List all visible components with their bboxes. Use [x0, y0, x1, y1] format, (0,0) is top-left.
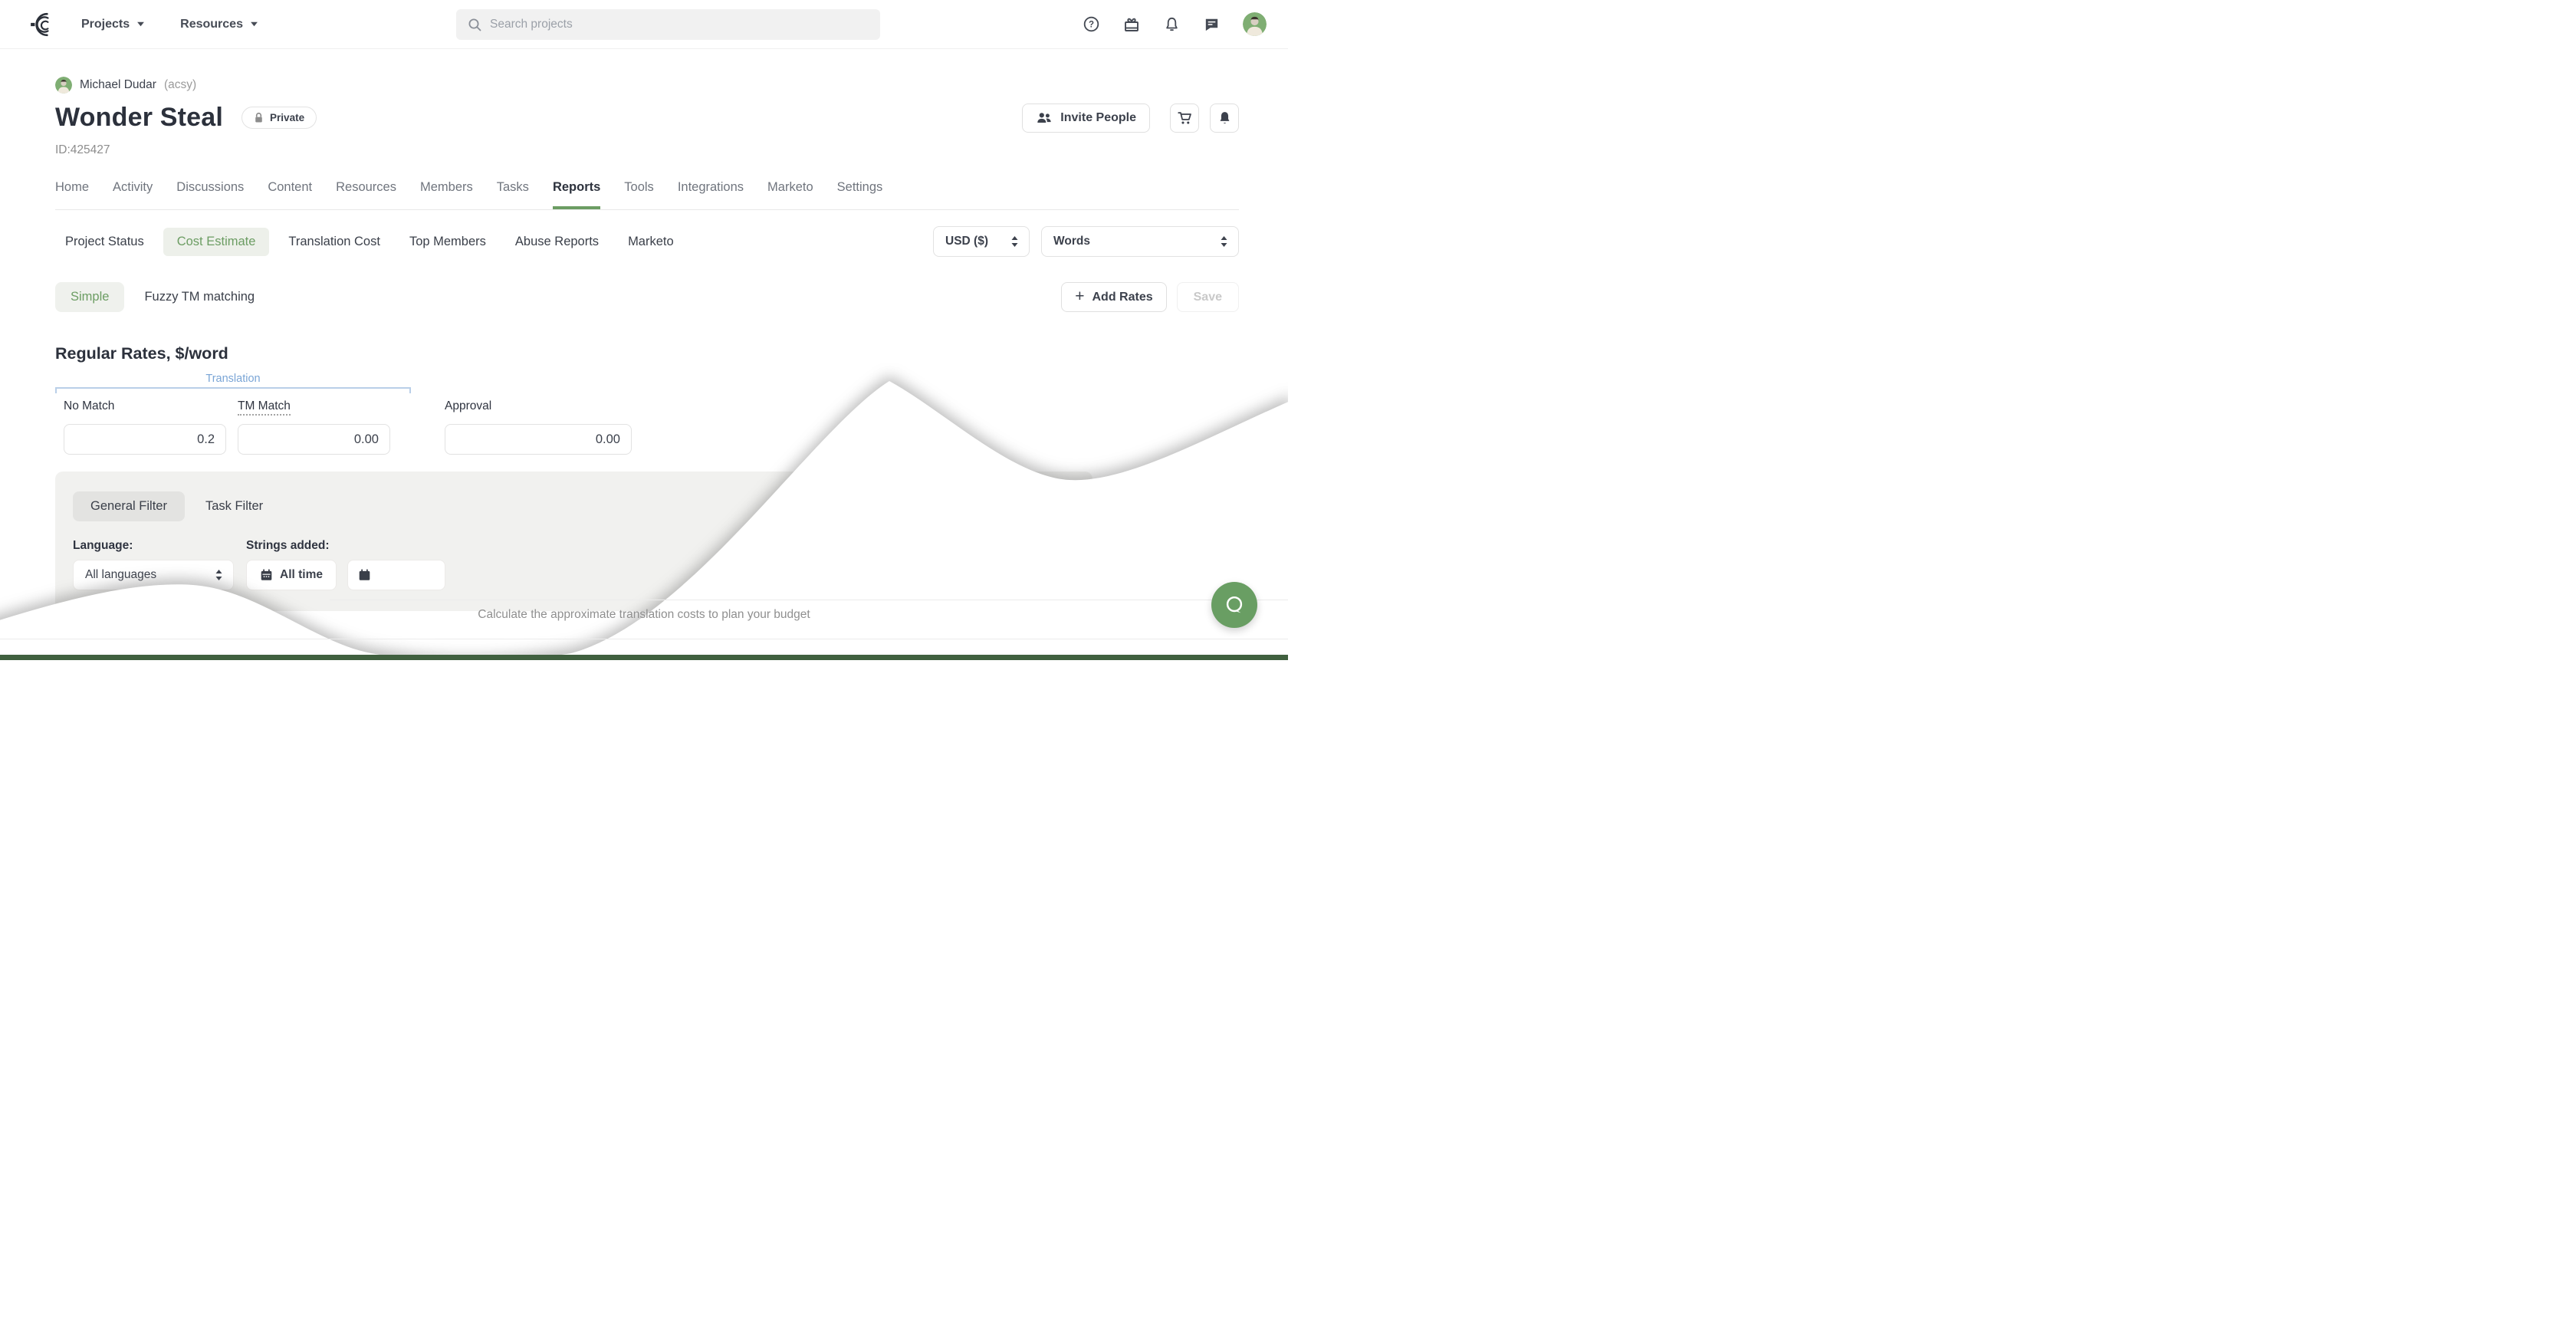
tab-settings[interactable]: Settings: [837, 180, 883, 209]
rates-heading: Regular Rates, $/word: [55, 344, 1239, 363]
tab-integrations[interactable]: Integrations: [678, 180, 744, 209]
search-box: [456, 9, 880, 40]
filter-panel: General Filter Task Filter Language: All…: [55, 472, 1092, 611]
crowdin-logo-icon[interactable]: [29, 12, 55, 38]
translation-rate-group: Translation: [55, 373, 411, 393]
add-rates-label: Add Rates: [1092, 291, 1153, 304]
report-tab-marketo[interactable]: Marketo: [618, 228, 684, 256]
footer-accent-bar: [0, 655, 1288, 660]
tm-match-input[interactable]: [238, 424, 390, 455]
notifications-bell-icon[interactable]: [1163, 15, 1181, 33]
people-icon: [1036, 111, 1053, 125]
chevron-down-icon: [250, 21, 258, 27]
unit-select-value: Words: [1053, 235, 1090, 248]
sort-arrows-icon: [1010, 235, 1019, 248]
report-tab-project-status[interactable]: Project Status: [55, 228, 154, 256]
owner-org: (acsy): [164, 78, 196, 92]
tab-activity[interactable]: Activity: [113, 180, 153, 209]
topbar: Projects Resources ?: [0, 0, 1288, 49]
cart-icon: [1176, 110, 1193, 127]
nav-projects-label: Projects: [81, 18, 130, 31]
strings-added-date-button[interactable]: All time: [246, 560, 337, 590]
filter-tab-general[interactable]: General Filter: [73, 491, 185, 521]
messages-icon[interactable]: [1203, 15, 1221, 33]
tab-tools[interactable]: Tools: [624, 180, 654, 209]
approval-label: Approval: [445, 399, 632, 413]
unit-select[interactable]: Words: [1041, 226, 1239, 257]
report-tabs: Project Status Cost Estimate Translation…: [55, 228, 684, 256]
owner-name[interactable]: Michael Dudar: [80, 78, 156, 92]
plus-icon: +: [1075, 288, 1084, 304]
strings-added-label: Strings added:: [246, 539, 445, 553]
lock-icon: [254, 112, 264, 123]
tab-reports[interactable]: Reports: [553, 180, 600, 209]
user-avatar[interactable]: [1243, 12, 1267, 36]
mode-tab-simple[interactable]: Simple: [55, 282, 124, 312]
search-icon: [467, 17, 482, 32]
privacy-badge: Private: [242, 107, 317, 129]
report-tab-top-members[interactable]: Top Members: [399, 228, 496, 256]
date-filter-button[interactable]: [347, 560, 445, 590]
tab-members[interactable]: Members: [420, 180, 473, 209]
no-match-label: No Match: [64, 399, 226, 413]
language-label: Language:: [73, 539, 246, 553]
currency-select-value: USD ($): [945, 235, 988, 248]
bell-filled-icon: [1217, 110, 1233, 126]
calendar-icon: [260, 568, 273, 582]
project-notifications-button[interactable]: [1210, 104, 1239, 133]
top-navigation: Projects Resources: [81, 18, 258, 31]
translation-group-label: Translation: [55, 373, 411, 385]
project-tabs: Home Activity Discussions Content Resour…: [55, 180, 1239, 210]
filter-tab-task[interactable]: Task Filter: [205, 499, 263, 514]
cart-button[interactable]: [1170, 104, 1199, 133]
nav-resources-menu[interactable]: Resources: [180, 18, 258, 31]
language-select-value: All languages: [85, 568, 156, 582]
tab-marketo[interactable]: Marketo: [767, 180, 813, 209]
tab-content[interactable]: Content: [268, 180, 312, 209]
svg-text:?: ?: [1089, 21, 1094, 30]
no-match-input[interactable]: [64, 424, 226, 455]
calendar-icon: [358, 568, 371, 582]
tab-tasks[interactable]: Tasks: [497, 180, 529, 209]
language-select[interactable]: All languages: [73, 560, 234, 590]
privacy-badge-label: Private: [270, 112, 304, 123]
project-owner-row: Michael Dudar (acsy): [55, 77, 1239, 94]
translation-group-bracket: [55, 387, 411, 393]
report-tab-abuse-reports[interactable]: Abuse Reports: [505, 228, 609, 256]
tab-discussions[interactable]: Discussions: [176, 180, 244, 209]
invite-people-button[interactable]: Invite People: [1022, 104, 1150, 133]
help-icon[interactable]: ?: [1083, 15, 1100, 33]
chat-bubble-icon: [1223, 593, 1246, 616]
nav-resources-label: Resources: [180, 18, 243, 31]
report-tab-translation-cost[interactable]: Translation Cost: [278, 228, 390, 256]
approval-input[interactable]: [445, 424, 632, 455]
add-rates-button[interactable]: + Add Rates: [1061, 282, 1166, 312]
report-tab-cost-estimate[interactable]: Cost Estimate: [163, 228, 270, 256]
support-chat-button[interactable]: [1211, 582, 1257, 628]
strings-added-value: All time: [280, 568, 323, 582]
invite-people-label: Invite People: [1060, 111, 1136, 125]
search-input[interactable]: [490, 18, 869, 31]
tab-resources[interactable]: Resources: [336, 180, 396, 209]
cost-estimate-hint: Calculate the approximate translation co…: [0, 608, 1288, 622]
sort-arrows-icon: [215, 569, 223, 581]
project-id: ID:425427: [55, 143, 1239, 157]
chevron-down-icon: [136, 21, 145, 27]
tab-home[interactable]: Home: [55, 180, 89, 209]
currency-select[interactable]: USD ($): [933, 226, 1030, 257]
tm-match-label: TM Match: [238, 399, 291, 416]
gift-icon[interactable]: [1122, 15, 1141, 34]
page-title: Wonder Steal: [55, 103, 223, 133]
owner-avatar[interactable]: [55, 77, 72, 94]
nav-projects-menu[interactable]: Projects: [81, 18, 145, 31]
mode-tab-fuzzy-tm-matching[interactable]: Fuzzy TM matching: [144, 290, 255, 304]
sort-arrows-icon: [1220, 235, 1228, 248]
save-button[interactable]: Save: [1177, 282, 1239, 312]
